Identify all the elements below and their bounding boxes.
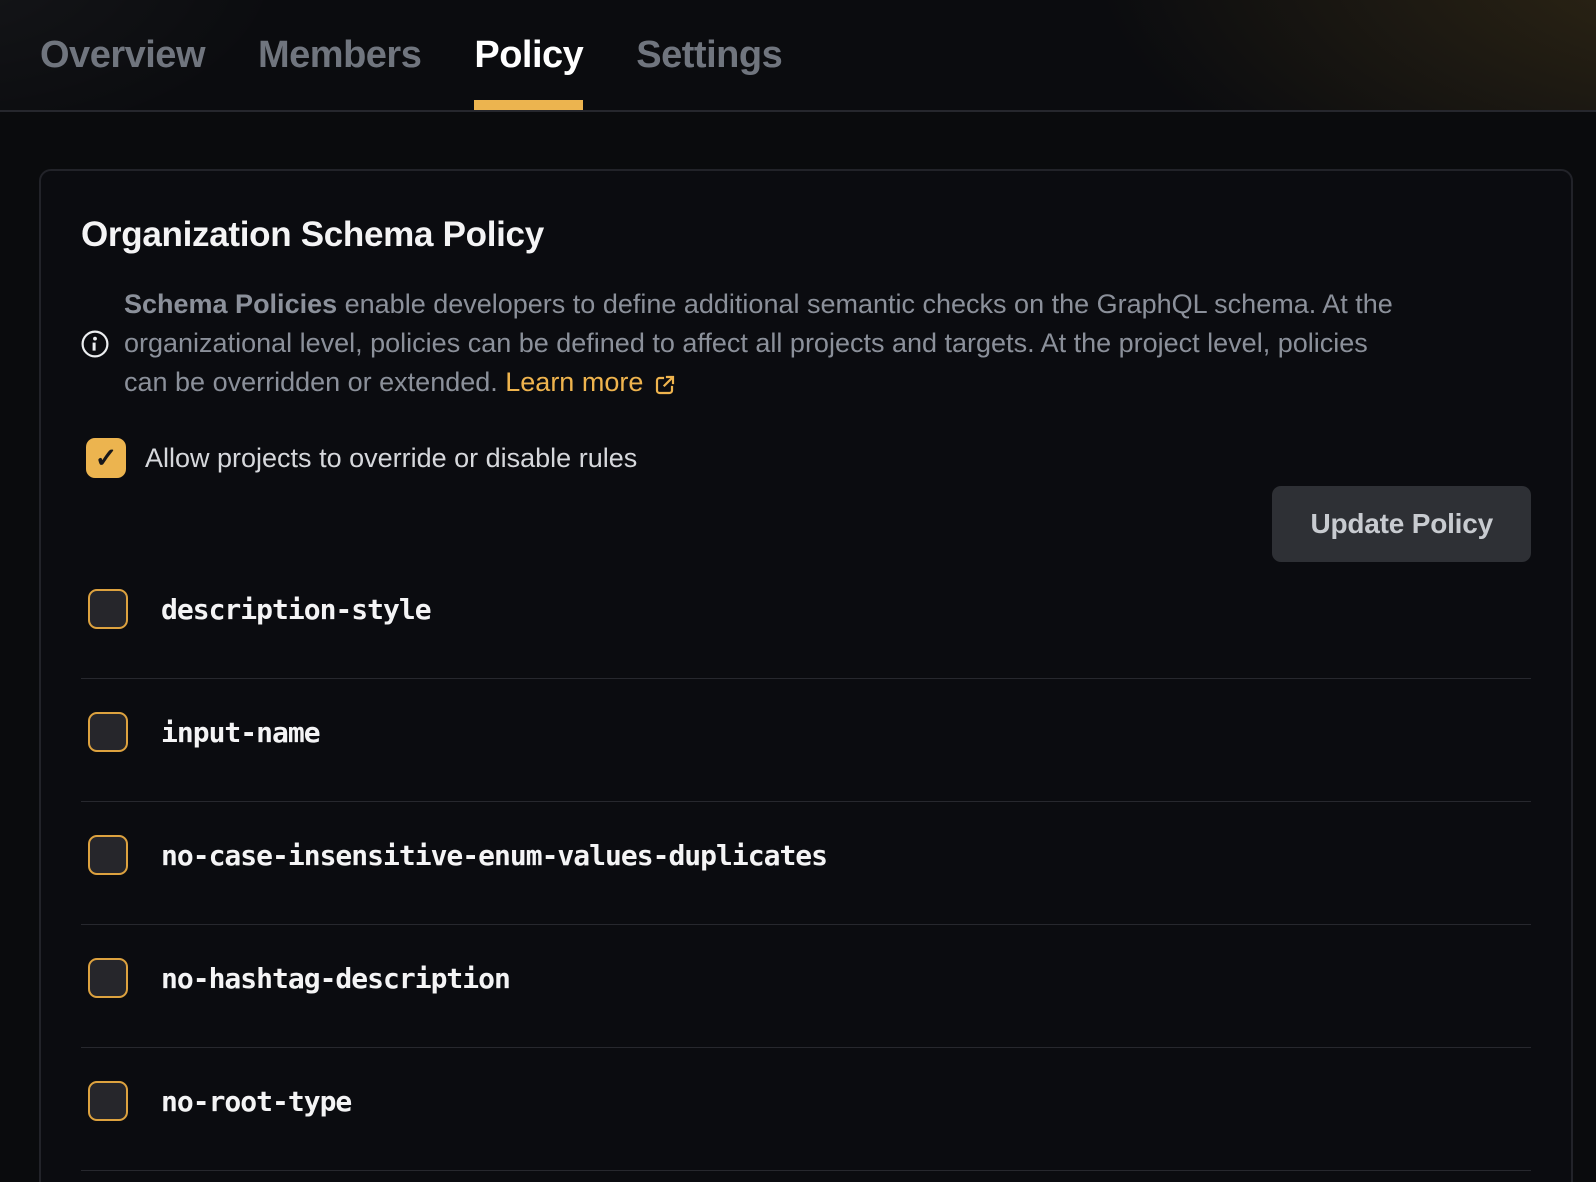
screen: Overview Members Policy Settings Organiz… [0, 0, 1596, 1182]
info-callout: Schema Policies enable developers to def… [81, 285, 1531, 402]
tab-members[interactable]: Members [258, 0, 421, 110]
rule-checkbox[interactable] [88, 958, 128, 998]
rule-checkbox[interactable] [88, 589, 128, 629]
update-policy-button[interactable]: Update Policy [1272, 486, 1531, 562]
rule-name: input-name [161, 716, 320, 749]
info-line-1: Schema Policies enable developers to def… [124, 285, 1393, 324]
info-paragraph: Schema Policies enable developers to def… [124, 285, 1393, 402]
tab-settings[interactable]: Settings [636, 0, 782, 110]
tab-members-label: Members [258, 34, 421, 77]
rule-name: description-style [161, 593, 431, 626]
tab-overview[interactable]: Overview [40, 0, 205, 110]
rule-row-no-case-insensitive-enum-values-duplicates: no-case-insensitive-enum-values-duplicat… [81, 802, 1531, 925]
allow-override-row: ✓ Allow projects to override or disable … [81, 438, 1531, 478]
learn-more-link[interactable]: Learn more [505, 363, 677, 402]
allow-override-checkbox[interactable]: ✓ [86, 438, 126, 478]
rule-row-no-root-type: no-root-type [81, 1048, 1531, 1171]
tab-settings-label: Settings [636, 34, 782, 77]
rule-checkbox[interactable] [88, 1081, 128, 1121]
button-row: Update Policy [81, 486, 1531, 562]
tab-policy-label: Policy [474, 34, 583, 77]
tab-bar: Overview Members Policy Settings [0, 0, 1596, 112]
external-link-icon [653, 373, 677, 397]
page-title: Organization Schema Policy [81, 215, 1531, 255]
rule-name: no-case-insensitive-enum-values-duplicat… [161, 839, 827, 872]
info-line-2: organizational level, policies can be de… [124, 324, 1393, 363]
tab-overview-label: Overview [40, 34, 205, 77]
info-icon [81, 330, 109, 358]
rule-checkbox[interactable] [88, 835, 128, 875]
rule-row-no-hashtag-description: no-hashtag-description [81, 925, 1531, 1048]
tab-policy[interactable]: Policy [474, 0, 583, 110]
check-icon: ✓ [95, 445, 118, 472]
allow-override-label: Allow projects to override or disable ru… [145, 443, 637, 474]
rule-row-input-name: input-name [81, 679, 1531, 802]
rule-checkbox[interactable] [88, 712, 128, 752]
info-line-3: can be overridden or extended. Learn mor… [124, 363, 1393, 402]
active-tab-underline [474, 100, 583, 110]
rule-name: no-hashtag-description [161, 962, 510, 995]
schema-policy-card: Organization Schema Policy Schema Polici… [39, 169, 1573, 1182]
info-bold: Schema Policies [124, 289, 337, 319]
rule-name: no-root-type [161, 1085, 351, 1118]
rule-row-description-style: description-style [81, 564, 1531, 679]
rules-list: description-style input-name no-case-ins… [81, 564, 1531, 1171]
